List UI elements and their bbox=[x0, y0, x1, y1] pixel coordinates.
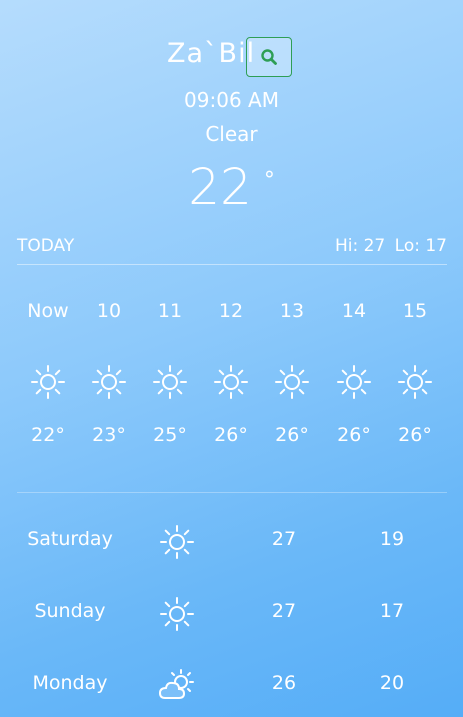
hour-label: 14 bbox=[341, 300, 367, 322]
day-low: 20 bbox=[379, 672, 405, 694]
hour-temp: 26° bbox=[275, 424, 309, 446]
hour-label: 10 bbox=[96, 300, 122, 322]
sun-icon bbox=[261, 362, 323, 402]
hour-label: 13 bbox=[279, 300, 305, 322]
daily-row: Sunday 27 17 bbox=[0, 592, 463, 636]
search-icon bbox=[260, 48, 278, 66]
sun-icon bbox=[200, 362, 262, 402]
hour-label: 15 bbox=[402, 300, 428, 322]
hourly-item: 15 26° bbox=[384, 300, 446, 446]
temperature-unit: ° bbox=[263, 168, 275, 193]
sun-icon bbox=[17, 362, 79, 402]
sun-icon bbox=[139, 362, 201, 402]
day-name: Monday bbox=[32, 672, 108, 694]
section-divider bbox=[17, 492, 447, 493]
current-time: 09:06 AM bbox=[184, 88, 279, 112]
today-summary: TODAY Hi: 27 Lo: 17 bbox=[17, 236, 447, 265]
daily-row: Monday 26 20 bbox=[0, 664, 463, 708]
today-lo: Lo: 17 bbox=[394, 236, 447, 256]
sun-icon bbox=[78, 362, 140, 402]
current-temperature-block: 22 ° bbox=[0, 158, 463, 216]
day-high: 26 bbox=[271, 672, 297, 694]
hourly-item: 12 26° bbox=[200, 300, 262, 446]
daily-row: Saturday 27 19 bbox=[0, 520, 463, 564]
today-label: TODAY bbox=[17, 236, 75, 256]
day-name: Saturday bbox=[27, 528, 113, 550]
hourly-item: Now 22° bbox=[17, 300, 79, 446]
hour-label: 12 bbox=[218, 300, 244, 322]
hour-temp: 25° bbox=[153, 424, 187, 446]
day-high: 27 bbox=[271, 528, 297, 550]
hourly-item: 10 23° bbox=[78, 300, 140, 446]
today-hi-lo: Hi: 27 Lo: 17 bbox=[331, 236, 447, 256]
sun-icon bbox=[156, 522, 198, 562]
weather-app: Za`Bil 09:06 AM Clear 22 ° TODAY Hi: 27 L… bbox=[0, 0, 463, 717]
day-low: 19 bbox=[379, 528, 405, 550]
hourly-item: 13 26° bbox=[261, 300, 323, 446]
today-hi: Hi: 27 bbox=[334, 236, 386, 256]
partly-cloudy-icon bbox=[156, 666, 198, 706]
hour-temp: 22° bbox=[31, 424, 65, 446]
day-name: Sunday bbox=[34, 600, 106, 622]
sun-icon bbox=[384, 362, 446, 402]
hour-temp: 26° bbox=[337, 424, 371, 446]
day-high: 27 bbox=[271, 600, 297, 622]
city-name: Za`Bil bbox=[167, 38, 256, 69]
hour-label: Now bbox=[27, 300, 69, 322]
hour-temp: 26° bbox=[398, 424, 432, 446]
hour-temp: 26° bbox=[214, 424, 248, 446]
hourly-item: 11 25° bbox=[139, 300, 201, 446]
current-temperature: 22 bbox=[188, 158, 252, 216]
header: Za`Bil bbox=[0, 36, 463, 80]
day-low: 17 bbox=[379, 600, 405, 622]
current-condition: Clear bbox=[205, 122, 258, 146]
sun-icon bbox=[323, 362, 385, 402]
hourly-item: 14 26° bbox=[323, 300, 385, 446]
hour-temp: 23° bbox=[92, 424, 126, 446]
hour-label: 11 bbox=[157, 300, 183, 322]
search-button[interactable] bbox=[246, 37, 292, 77]
sun-icon bbox=[156, 594, 198, 634]
